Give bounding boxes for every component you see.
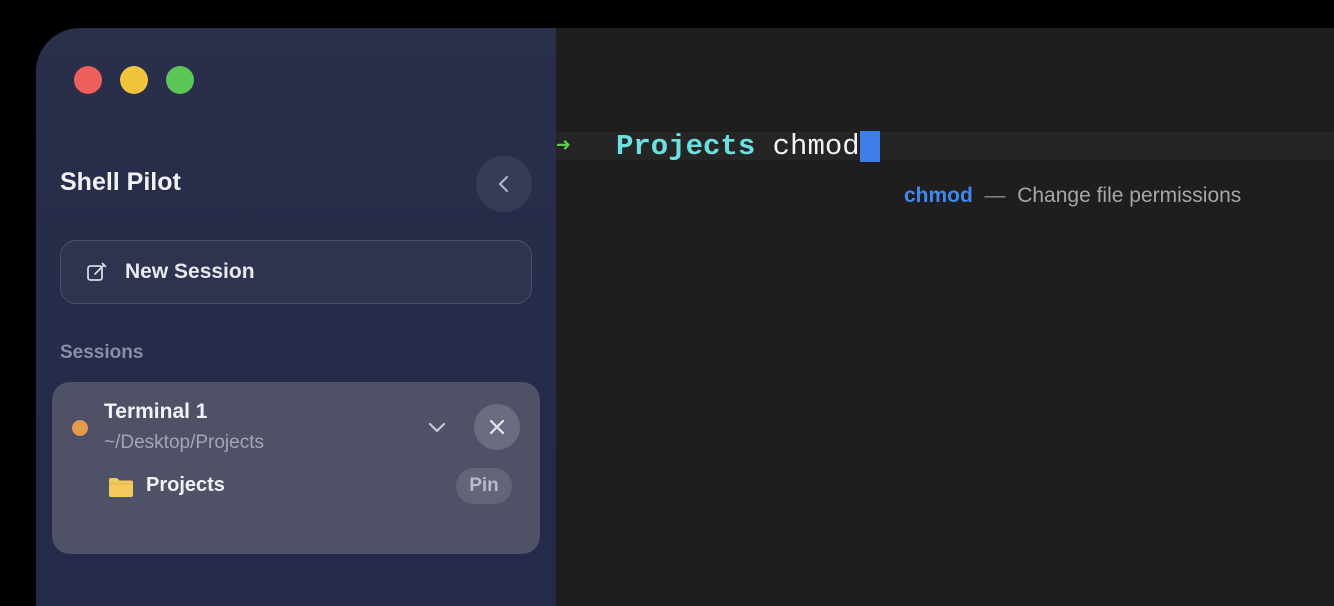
folder-icon <box>109 478 133 497</box>
session-item[interactable]: Terminal 1 ~/Desktop/Projects Projects P… <box>52 382 540 554</box>
session-name: Terminal 1 <box>104 400 208 423</box>
app-window: Shell Pilot New Session Sessions Termina… <box>36 28 1334 606</box>
window-minimize-button[interactable] <box>120 66 148 94</box>
command-input[interactable]: chmod <box>773 130 860 163</box>
session-status-dot <box>72 420 88 436</box>
compose-icon <box>85 260 109 284</box>
suggestion-separator: — <box>984 184 1006 207</box>
chevron-left-icon <box>498 175 509 193</box>
new-session-label: New Session <box>125 260 255 283</box>
terminal-view[interactable]: ➜ Projects chmod chmod — Change file perm… <box>556 28 1334 606</box>
close-icon <box>489 419 505 435</box>
session-path: ~/Desktop/Projects <box>104 432 264 453</box>
prompt-arrow-icon: ➜ <box>556 134 571 161</box>
text-cursor <box>859 130 880 162</box>
suggestion-description: Change file permissions <box>1017 184 1242 207</box>
pinned-folder-name[interactable]: Projects <box>146 474 225 497</box>
pin-button[interactable]: Pin <box>456 468 512 504</box>
app-title: Shell Pilot <box>60 168 181 196</box>
autocomplete-suggestion[interactable]: chmod — Change file permissions <box>904 184 1241 208</box>
sessions-heading: Sessions <box>60 342 144 363</box>
chevron-down-icon <box>428 422 446 433</box>
prompt-directory: Projects <box>616 129 756 163</box>
collapse-sidebar-button[interactable] <box>476 156 532 212</box>
prompt-line: ➜ Projects chmod <box>556 126 880 166</box>
expand-session-button[interactable] <box>422 412 452 442</box>
close-session-button[interactable] <box>474 404 520 450</box>
suggestion-command: chmod <box>904 184 973 207</box>
window-zoom-button[interactable] <box>166 66 194 94</box>
new-session-button[interactable]: New Session <box>60 240 532 304</box>
sidebar: Shell Pilot New Session Sessions Termina… <box>36 28 556 606</box>
window-close-button[interactable] <box>74 66 102 94</box>
